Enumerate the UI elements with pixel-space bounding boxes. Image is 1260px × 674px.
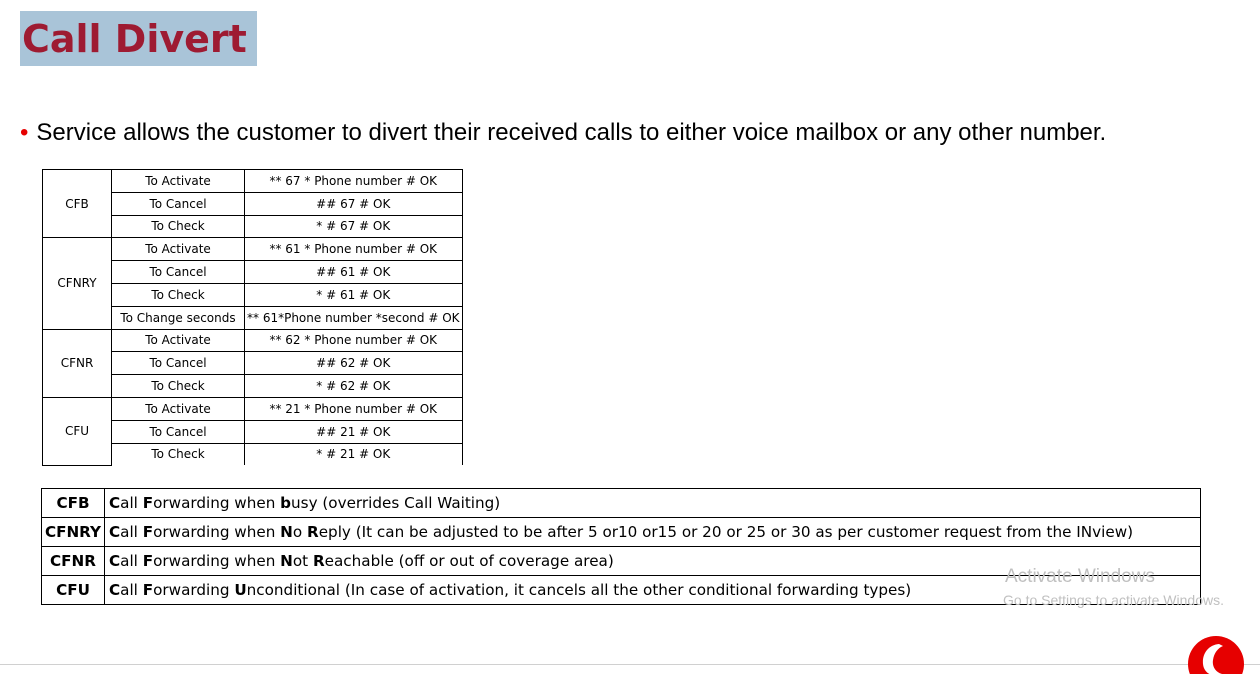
- dial-code-cell: ** 21 * Phone number # OK: [244, 396, 463, 421]
- service-code-cell: CFNRY: [42, 237, 112, 330]
- slide-title: Call Divert: [20, 11, 257, 66]
- dial-code-cell: * # 21 # OK: [244, 442, 463, 466]
- codes-row: CFB To Activate ** 67 * Phone number # OK: [42, 168, 463, 239]
- action-cell: To Activate: [111, 328, 245, 353]
- dial-code-cell: * # 61 # OK: [244, 282, 463, 307]
- footer-divider: [0, 664, 1260, 665]
- legend-description-part: F: [142, 552, 154, 570]
- codes-row: CFNR To Activate ** 62 * Phone number # OK: [42, 328, 463, 398]
- legend-description: Call Forwarding when No Reply (It can be…: [104, 517, 1201, 547]
- legend-description-part: R: [307, 523, 319, 541]
- legend-row: CFNRY Call Forwarding when No Reply (It c…: [41, 517, 1201, 547]
- vodafone-logo-icon: [1188, 636, 1244, 674]
- dial-code-cell: ## 67 # OK: [244, 191, 463, 216]
- legend-description-part: eply (It can be adjusted to be after 5 o…: [318, 523, 1134, 541]
- bullet-dot-icon: •: [20, 119, 29, 146]
- legend-description-part: usy (overrides Call Waiting): [291, 494, 501, 512]
- service-code-cell: CFNR: [42, 328, 112, 398]
- legend-description-part: F: [142, 523, 154, 541]
- action-cell: To Check: [111, 442, 245, 466]
- bullet-item: • Service allows the customer to divert t…: [20, 118, 1106, 148]
- dial-code-cell: ## 62 # OK: [244, 351, 463, 376]
- legend-description-part: b: [280, 494, 292, 512]
- action-cell: To Activate: [111, 396, 245, 421]
- action-cell: To Cancel: [111, 351, 245, 376]
- dial-code-cell: ** 61 * Phone number # OK: [244, 237, 463, 262]
- legend-description-part: N: [280, 552, 293, 570]
- dial-code-cell: ## 21 # OK: [244, 419, 463, 444]
- action-cell: To Activate: [111, 169, 245, 193]
- action-cell: To Cancel: [111, 191, 245, 216]
- legend-description-part: all: [120, 581, 143, 599]
- legend-description-part: C: [109, 581, 121, 599]
- codes-row: CFNRY To Activate ** 61 * Phone number # O…: [42, 237, 463, 330]
- legend-description-part: F: [142, 494, 154, 512]
- action-cell: To Cancel: [111, 419, 245, 444]
- legend-description-part: eachable (off or out of coverage area): [324, 552, 614, 570]
- legend-description-part: U: [234, 581, 247, 599]
- legend-description-part: C: [109, 523, 121, 541]
- legend-abbreviation: CFB: [41, 488, 105, 518]
- legend-description-part: orwarding: [153, 581, 235, 599]
- service-code-cell: CFB: [42, 168, 112, 239]
- action-cell: To Check: [111, 374, 245, 398]
- action-cell: To Cancel: [111, 260, 245, 284]
- bullet-text: Service allows the customer to divert th…: [36, 119, 1107, 146]
- dial-code-cell: ** 62 * Phone number # OK: [244, 328, 463, 353]
- legend-description: Call Forwarding when busy (overrides Cal…: [104, 488, 1201, 518]
- service-code-cell: CFU: [42, 396, 112, 466]
- legend-abbreviation: CFNR: [41, 546, 105, 576]
- legend-description-part: orwarding when: [153, 552, 281, 570]
- legend-description-part: nconditional (In case of activation, it …: [246, 581, 912, 599]
- dial-code-cell: * # 67 # OK: [244, 214, 463, 239]
- legend-description-part: orwarding when: [153, 523, 281, 541]
- legend-description-part: all: [120, 552, 143, 570]
- action-cell: To Check: [111, 214, 245, 239]
- legend-description-part: C: [109, 552, 121, 570]
- legend-description-part: F: [142, 581, 154, 599]
- action-cell: To Check: [111, 282, 245, 307]
- legend-abbreviation: CFU: [41, 575, 105, 605]
- dial-code-cell: ## 61 # OK: [244, 260, 463, 284]
- activate-windows-subtitle: Go to Settings to activate Windows.: [1003, 592, 1224, 608]
- legend-description-part: o: [292, 523, 307, 541]
- legend-description-part: N: [280, 523, 293, 541]
- legend-description-part: orwarding when: [153, 494, 281, 512]
- action-cell: To Activate: [111, 237, 245, 262]
- dial-code-cell: ** 67 * Phone number # OK: [244, 169, 463, 193]
- legend-description-part: R: [312, 552, 325, 570]
- legend-abbreviation: CFNRY: [41, 517, 105, 547]
- dial-code-cell: ** 61*Phone number *second # OK: [244, 305, 463, 330]
- legend-row: CFB Call Forwarding when busy (overrides …: [41, 488, 1201, 518]
- codes-table: CFB To Activate ** 67 * Phone number # OK T…: [42, 168, 463, 466]
- action-cell: To Change seconds: [111, 305, 245, 330]
- dial-code-cell: * # 62 # OK: [244, 374, 463, 398]
- legend-description-part: all: [120, 494, 143, 512]
- legend-description-part: ot: [292, 552, 313, 570]
- activate-windows-title: Activate Windows: [1005, 566, 1155, 587]
- codes-row: CFU To Activate ** 21 * Phone number # OK: [42, 396, 463, 466]
- legend-description-part: C: [109, 494, 121, 512]
- legend-description-part: all: [120, 523, 143, 541]
